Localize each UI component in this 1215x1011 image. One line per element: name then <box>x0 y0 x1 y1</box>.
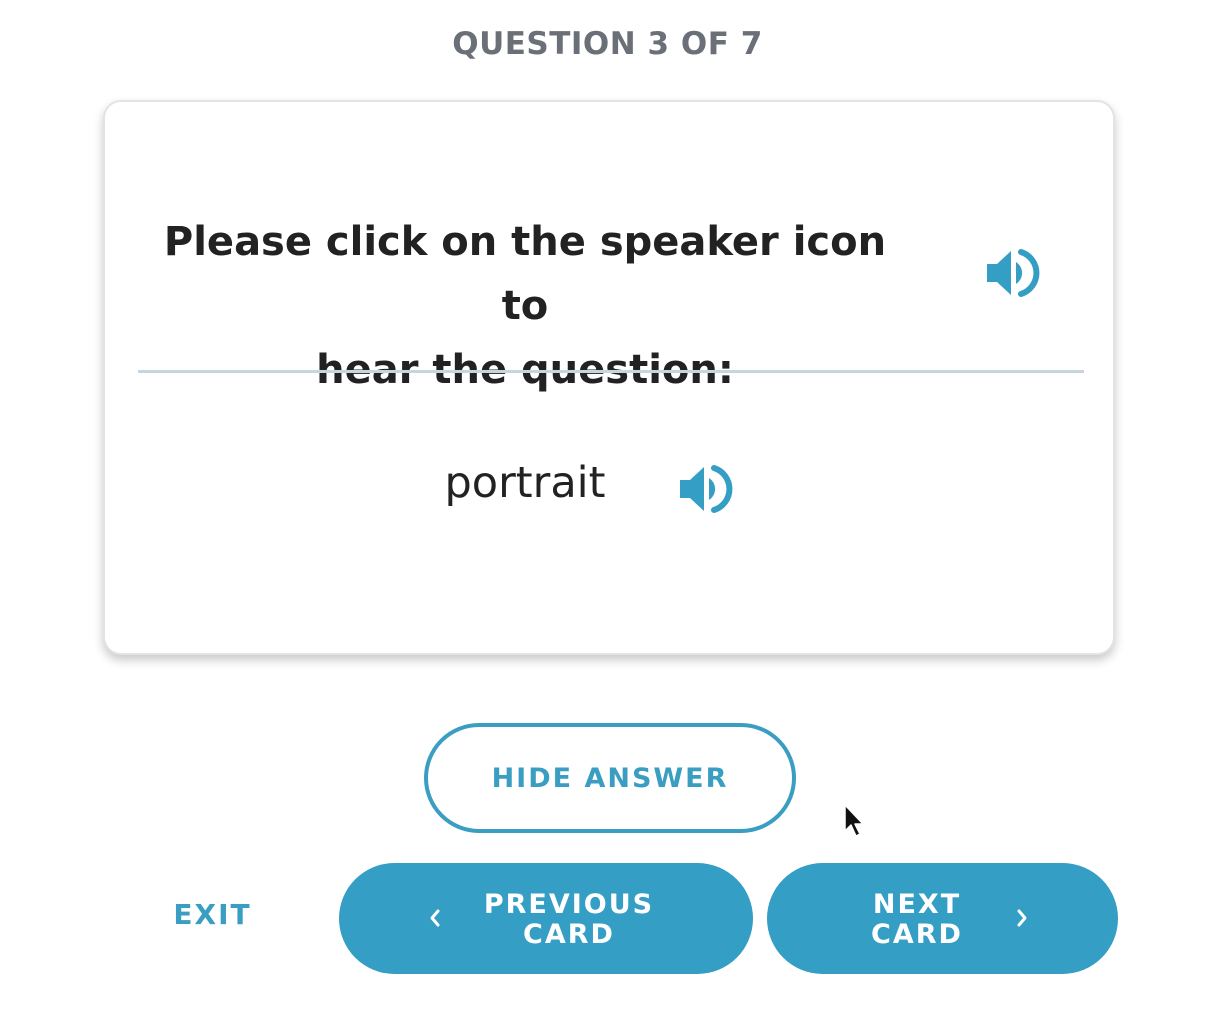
next-card-button[interactable]: NEXT CARD <box>767 863 1118 974</box>
previous-card-button[interactable]: PREVIOUS CARD <box>339 863 753 974</box>
previous-card-label: PREVIOUS CARD <box>483 889 655 950</box>
hide-answer-button[interactable]: HIDE ANSWER <box>424 723 796 833</box>
chevron-right-icon <box>1015 907 1029 929</box>
question-speaker-icon[interactable] <box>985 246 1043 300</box>
mouse-pointer-icon <box>843 803 865 839</box>
answer-text: portrait <box>444 458 606 508</box>
flashcard: Please click on the speaker icon to hear… <box>103 100 1115 655</box>
question-progress: QUESTION 3 OF 7 <box>452 26 763 62</box>
next-card-label: NEXT CARD <box>871 889 963 950</box>
card-divider <box>138 370 1084 373</box>
question-text: Please click on the speaker icon to hear… <box>145 210 905 402</box>
answer-speaker-icon[interactable] <box>678 462 736 516</box>
exit-button[interactable]: EXIT <box>150 898 275 931</box>
question-line-1: Please click on the speaker icon to <box>163 219 887 329</box>
